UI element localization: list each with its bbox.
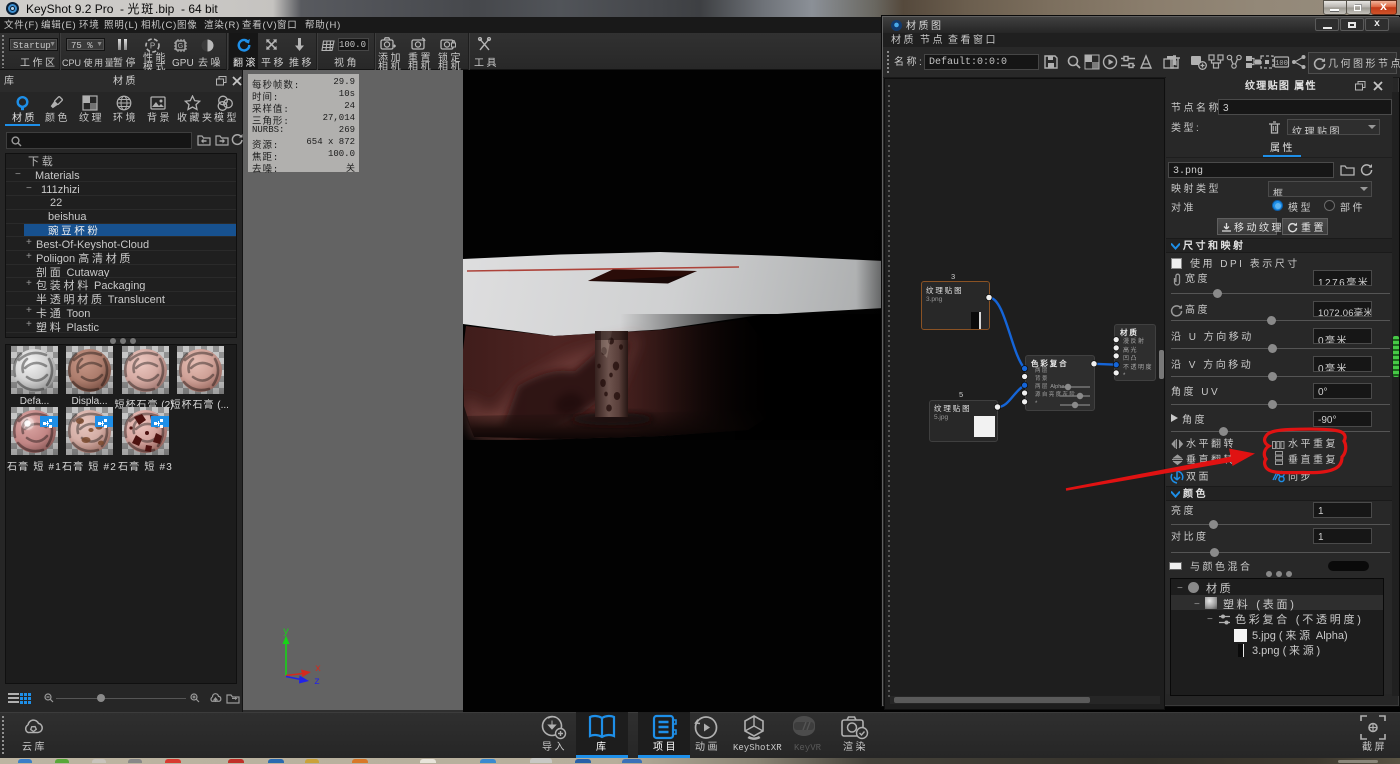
svg-text:G: G	[178, 43, 183, 50]
svg-text:P: P	[150, 42, 155, 51]
svg-text:100: 100	[1275, 60, 1288, 68]
svg-text:y: y	[283, 627, 289, 638]
svg-text:z: z	[314, 677, 320, 688]
svg-text:x: x	[315, 664, 321, 675]
